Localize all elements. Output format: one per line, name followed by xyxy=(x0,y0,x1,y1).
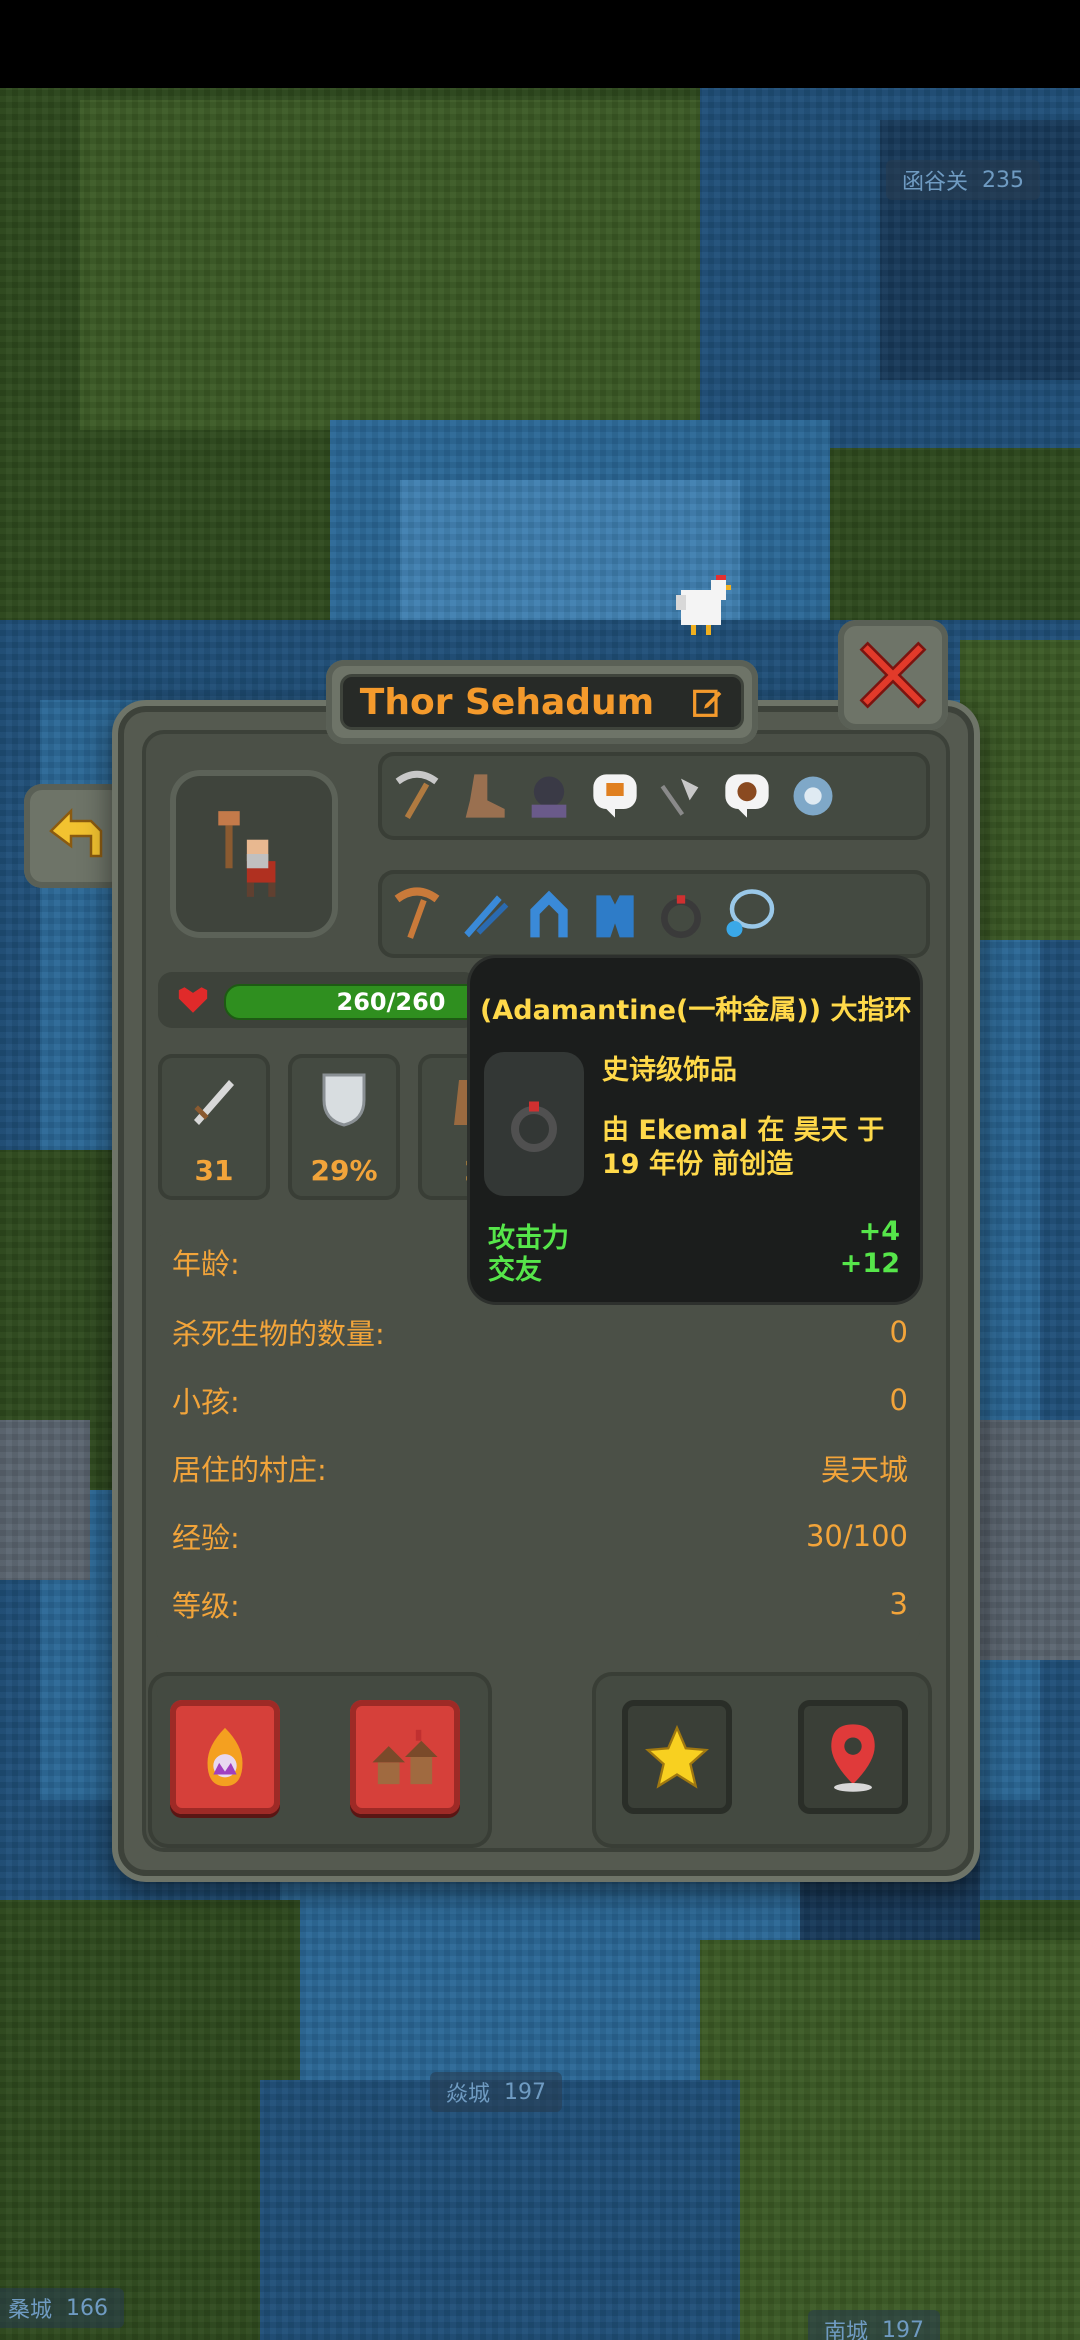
map-pin-icon xyxy=(831,1724,875,1792)
ghost-trait-icon[interactable] xyxy=(782,760,844,832)
title-plate: Thor Sehadum xyxy=(326,660,758,744)
close-button[interactable] xyxy=(838,620,948,730)
pickaxe-icon[interactable] xyxy=(386,878,448,950)
city-name: 桑城 xyxy=(8,2298,53,2323)
city-population: 235 xyxy=(982,167,1025,193)
locate-button[interactable] xyxy=(798,1700,908,1814)
city-name: 焱城 xyxy=(446,2082,491,2107)
crown-fire-icon xyxy=(207,1727,243,1787)
city-label[interactable]: 南城 197 xyxy=(808,2310,941,2340)
info-value: 0 xyxy=(889,1383,908,1417)
heart-icon xyxy=(178,987,208,1013)
axe-trait-icon[interactable] xyxy=(650,760,712,832)
stat-damage-value: 31 xyxy=(194,1154,234,1187)
pickaxe-trait-icon[interactable] xyxy=(386,760,448,832)
status-bar xyxy=(0,0,1080,88)
info-label: 年龄: xyxy=(172,1247,240,1281)
boot-trait-icon[interactable] xyxy=(452,760,514,832)
favorite-button[interactable] xyxy=(622,1700,732,1814)
blue-helmet-icon[interactable] xyxy=(518,878,580,950)
info-label: 居住的村庄: xyxy=(172,1453,327,1487)
blue-armor-icon[interactable] xyxy=(584,878,646,950)
info-label: 等级: xyxy=(172,1589,240,1623)
item-stat-value: +4 xyxy=(858,1216,900,1247)
chicken-icon[interactable] xyxy=(666,570,736,640)
star-icon xyxy=(645,1724,709,1789)
city-label[interactable]: 焱城 197 xyxy=(430,2072,563,2112)
village-button[interactable] xyxy=(350,1700,460,1814)
city-label[interactable]: 函谷关 235 xyxy=(886,160,1041,200)
info-label: 杀死生物的数量: xyxy=(172,1317,385,1351)
item-stat-row: 攻击力 +4 xyxy=(488,1216,900,1254)
info-label: 小孩: xyxy=(172,1385,240,1419)
info-value: 0 xyxy=(889,1315,908,1349)
info-row-kills: 杀死生物的数量: 0 xyxy=(172,1310,908,1354)
edit-name-icon[interactable] xyxy=(692,686,724,718)
city-population: 197 xyxy=(882,2317,925,2340)
blue-sword-icon[interactable] xyxy=(452,878,514,950)
item-stat-row: 交友 +12 xyxy=(488,1248,900,1286)
ring-icon[interactable] xyxy=(650,878,712,950)
village-icon xyxy=(372,1729,438,1785)
info-row-level: 等级: 3 xyxy=(172,1582,908,1626)
city-population: 166 xyxy=(66,2295,109,2321)
meat-trait-icon[interactable] xyxy=(716,760,778,832)
close-icon xyxy=(859,641,927,709)
item-title: (Adamantine(一种金属)) 大指环 xyxy=(480,995,912,1026)
city-name: 函谷关 xyxy=(902,170,969,195)
info-row-village[interactable]: 居住的村庄: 昊天城 xyxy=(172,1446,908,1490)
item-stat-label: 攻击力 xyxy=(488,1223,569,1254)
info-value: 30/100 xyxy=(805,1519,908,1553)
stat-armor[interactable]: 29% xyxy=(288,1054,400,1200)
equipment-row xyxy=(378,870,930,958)
item-tooltip: (Adamantine(一种金属)) 大指环 史诗级饰品 由 Ekemal 在 … xyxy=(470,958,920,1302)
info-value: 3 xyxy=(889,1587,908,1621)
shield-icon xyxy=(322,1073,366,1127)
info-row-experience: 经验: 30/100 xyxy=(172,1514,908,1558)
item-stat-value: +12 xyxy=(839,1248,900,1279)
item-icon-frame xyxy=(484,1052,584,1196)
unit-portrait[interactable] xyxy=(170,770,338,938)
info-label: 经验: xyxy=(172,1521,240,1555)
stat-armor-value: 29% xyxy=(310,1154,378,1187)
sword-icon xyxy=(194,1080,234,1125)
city-name: 南城 xyxy=(824,2320,869,2340)
ring-icon xyxy=(511,1101,557,1152)
amulet-icon[interactable] xyxy=(716,878,778,950)
item-creator: 由 Ekemal 在 昊天 于 19 年份 前创造 xyxy=(602,1115,885,1180)
item-stat-label: 交友 xyxy=(488,1255,542,1286)
village-link[interactable]: 昊天城 xyxy=(821,1447,908,1489)
crown-fire-button[interactable] xyxy=(170,1700,280,1814)
hood-trait-icon[interactable] xyxy=(518,760,580,832)
item-rarity: 史诗级饰品 xyxy=(602,1055,737,1086)
speech-trait-icon[interactable] xyxy=(584,760,646,832)
return-arrow-icon xyxy=(49,807,103,858)
health-row: 260/260 xyxy=(158,972,558,1028)
city-population: 197 xyxy=(504,2079,547,2105)
traits-row xyxy=(378,752,930,840)
city-label[interactable]: 桑城 166 xyxy=(0,2288,125,2328)
unit-name: Thor Sehadum xyxy=(359,681,655,723)
dwarf-avatar-icon xyxy=(218,811,276,897)
info-row-children: 小孩: 0 xyxy=(172,1378,908,1422)
stat-damage[interactable]: 31 xyxy=(158,1054,270,1200)
health-value: 260/260 xyxy=(336,988,446,1016)
